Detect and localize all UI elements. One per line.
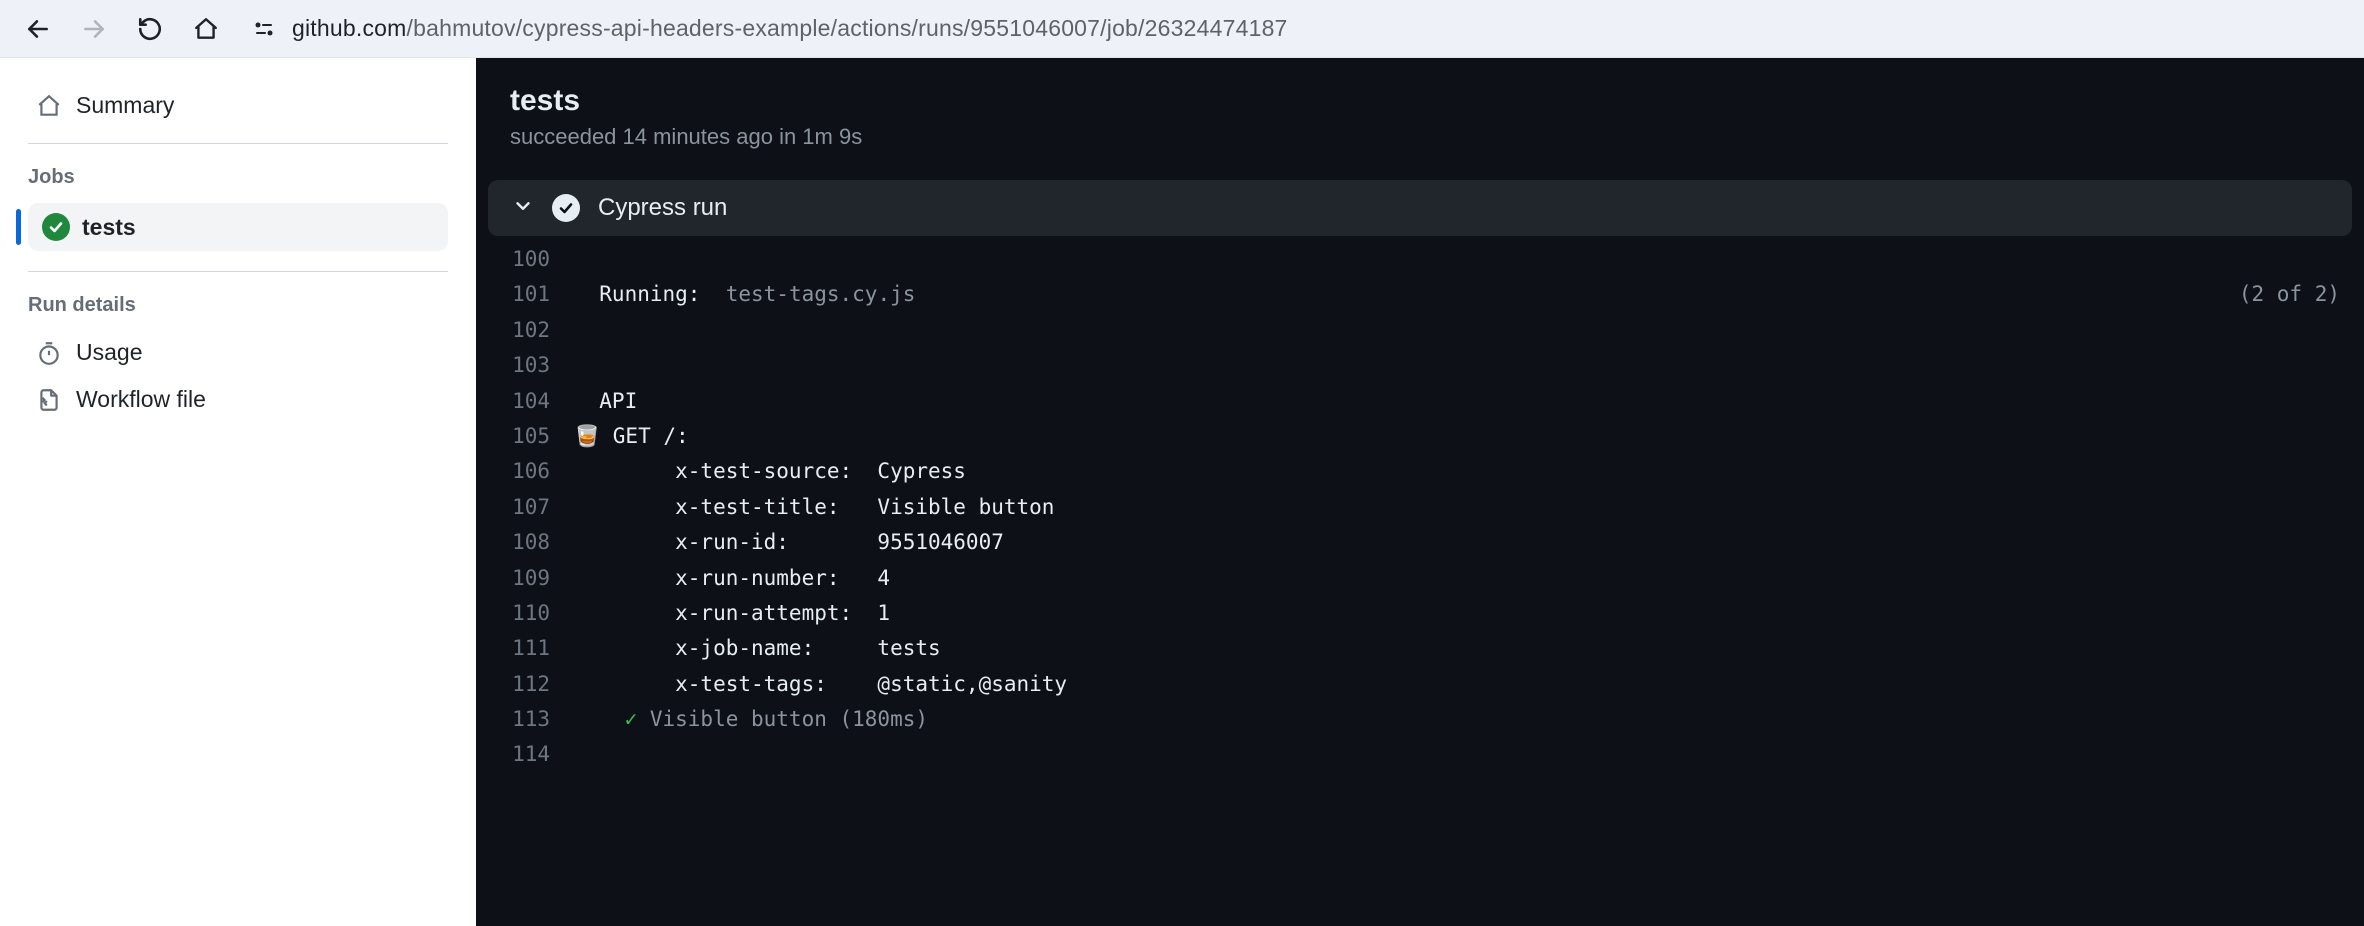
run-details-section-label: Run details [28, 286, 448, 323]
line-number: 111 [476, 634, 566, 663]
line-content: x-test-source: Cypress [566, 457, 2364, 486]
line-content: ✓ Visible button (180ms) [566, 705, 2364, 734]
home-icon [36, 93, 62, 119]
sidebar-summary[interactable]: Summary [28, 82, 448, 129]
jobs-section-label: Jobs [28, 158, 448, 195]
line-number: 102 [476, 316, 566, 345]
browser-toolbar: github.com/bahmutov/cypress-api-headers-… [0, 0, 2364, 58]
line-content [566, 245, 2364, 274]
main-panel: tests succeeded 14 minutes ago in 1m 9s … [476, 58, 2364, 926]
line-number: 106 [476, 457, 566, 486]
line-content: x-test-title: Visible button [566, 493, 2364, 522]
forward-button[interactable] [76, 11, 112, 47]
log-line[interactable]: 107 x-test-title: Visible button [476, 490, 2364, 525]
log-line[interactable]: 109 x-run-number: 4 [476, 561, 2364, 596]
address-bar[interactable]: github.com/bahmutov/cypress-api-headers-… [244, 15, 2344, 43]
line-content: x-run-number: 4 [566, 564, 2364, 593]
site-settings-icon[interactable] [250, 15, 278, 43]
line-number: 104 [476, 387, 566, 416]
log-line[interactable]: 102 [476, 313, 2364, 348]
stopwatch-icon [36, 340, 62, 366]
back-button[interactable] [20, 11, 56, 47]
step-header-cypress-run[interactable]: Cypress run [488, 180, 2352, 236]
line-number: 107 [476, 493, 566, 522]
log-line[interactable]: 114 [476, 737, 2364, 772]
success-icon [42, 213, 70, 241]
log-line[interactable]: 106 x-test-source: Cypress [476, 454, 2364, 489]
line-number: 112 [476, 670, 566, 699]
line-number: 103 [476, 351, 566, 380]
line-right: (2 of 2) [2239, 280, 2364, 309]
line-number: 109 [476, 564, 566, 593]
job-title: tests [510, 84, 2330, 118]
log-line[interactable]: 108 x-run-id: 9551046007 [476, 525, 2364, 560]
usage-label: Usage [76, 339, 142, 366]
sidebar-workflow-file[interactable]: Workflow file [28, 376, 448, 423]
line-content: Running: test-tags.cy.js [566, 280, 2239, 309]
sidebar: Summary Jobs tests Run details Usage Wor… [0, 58, 476, 926]
reload-button[interactable] [132, 11, 168, 47]
line-content: x-job-name: tests [566, 634, 2364, 663]
log-line[interactable]: 104 API [476, 384, 2364, 419]
sidebar-usage[interactable]: Usage [28, 329, 448, 376]
line-number: 113 [476, 705, 566, 734]
line-number: 101 [476, 280, 566, 309]
log-line[interactable]: 112 x-test-tags: @static,@sanity [476, 667, 2364, 702]
log-line[interactable]: 105🥃 GET /: [476, 419, 2364, 454]
line-content [566, 316, 2364, 345]
log-line[interactable]: 113 ✓ Visible button (180ms) [476, 702, 2364, 737]
line-number: 114 [476, 740, 566, 769]
workflow-file-label: Workflow file [76, 386, 206, 413]
log-line[interactable]: 101 Running: test-tags.cy.js(2 of 2) [476, 277, 2364, 312]
log-line[interactable]: 110 x-run-attempt: 1 [476, 596, 2364, 631]
file-code-icon [36, 387, 62, 413]
success-icon [552, 194, 580, 222]
line-number: 100 [476, 245, 566, 274]
line-number: 105 [476, 422, 566, 451]
line-number: 110 [476, 599, 566, 628]
home-button[interactable] [188, 11, 224, 47]
chevron-down-icon [512, 195, 534, 222]
job-name-label: tests [82, 214, 136, 241]
step-title: Cypress run [598, 194, 727, 222]
line-content [566, 740, 2364, 769]
line-content: API [566, 387, 2364, 416]
line-content [566, 351, 2364, 380]
line-content: 🥃 GET /: [566, 422, 2364, 451]
log-output[interactable]: 100101 Running: test-tags.cy.js(2 of 2)1… [476, 236, 2364, 779]
log-line[interactable]: 100 [476, 242, 2364, 277]
line-content: x-run-id: 9551046007 [566, 528, 2364, 557]
line-content: x-run-attempt: 1 [566, 599, 2364, 628]
log-line[interactable]: 111 x-job-name: tests [476, 631, 2364, 666]
line-content: x-test-tags: @static,@sanity [566, 670, 2364, 699]
summary-label: Summary [76, 92, 174, 119]
divider [28, 271, 448, 272]
log-line[interactable]: 103 [476, 348, 2364, 383]
sidebar-job-tests[interactable]: tests [28, 203, 448, 251]
job-header: tests succeeded 14 minutes ago in 1m 9s [476, 58, 2364, 170]
divider [28, 143, 448, 144]
line-number: 108 [476, 528, 566, 557]
job-subtitle: succeeded 14 minutes ago in 1m 9s [510, 124, 2330, 150]
url-text: github.com/bahmutov/cypress-api-headers-… [292, 15, 1288, 42]
